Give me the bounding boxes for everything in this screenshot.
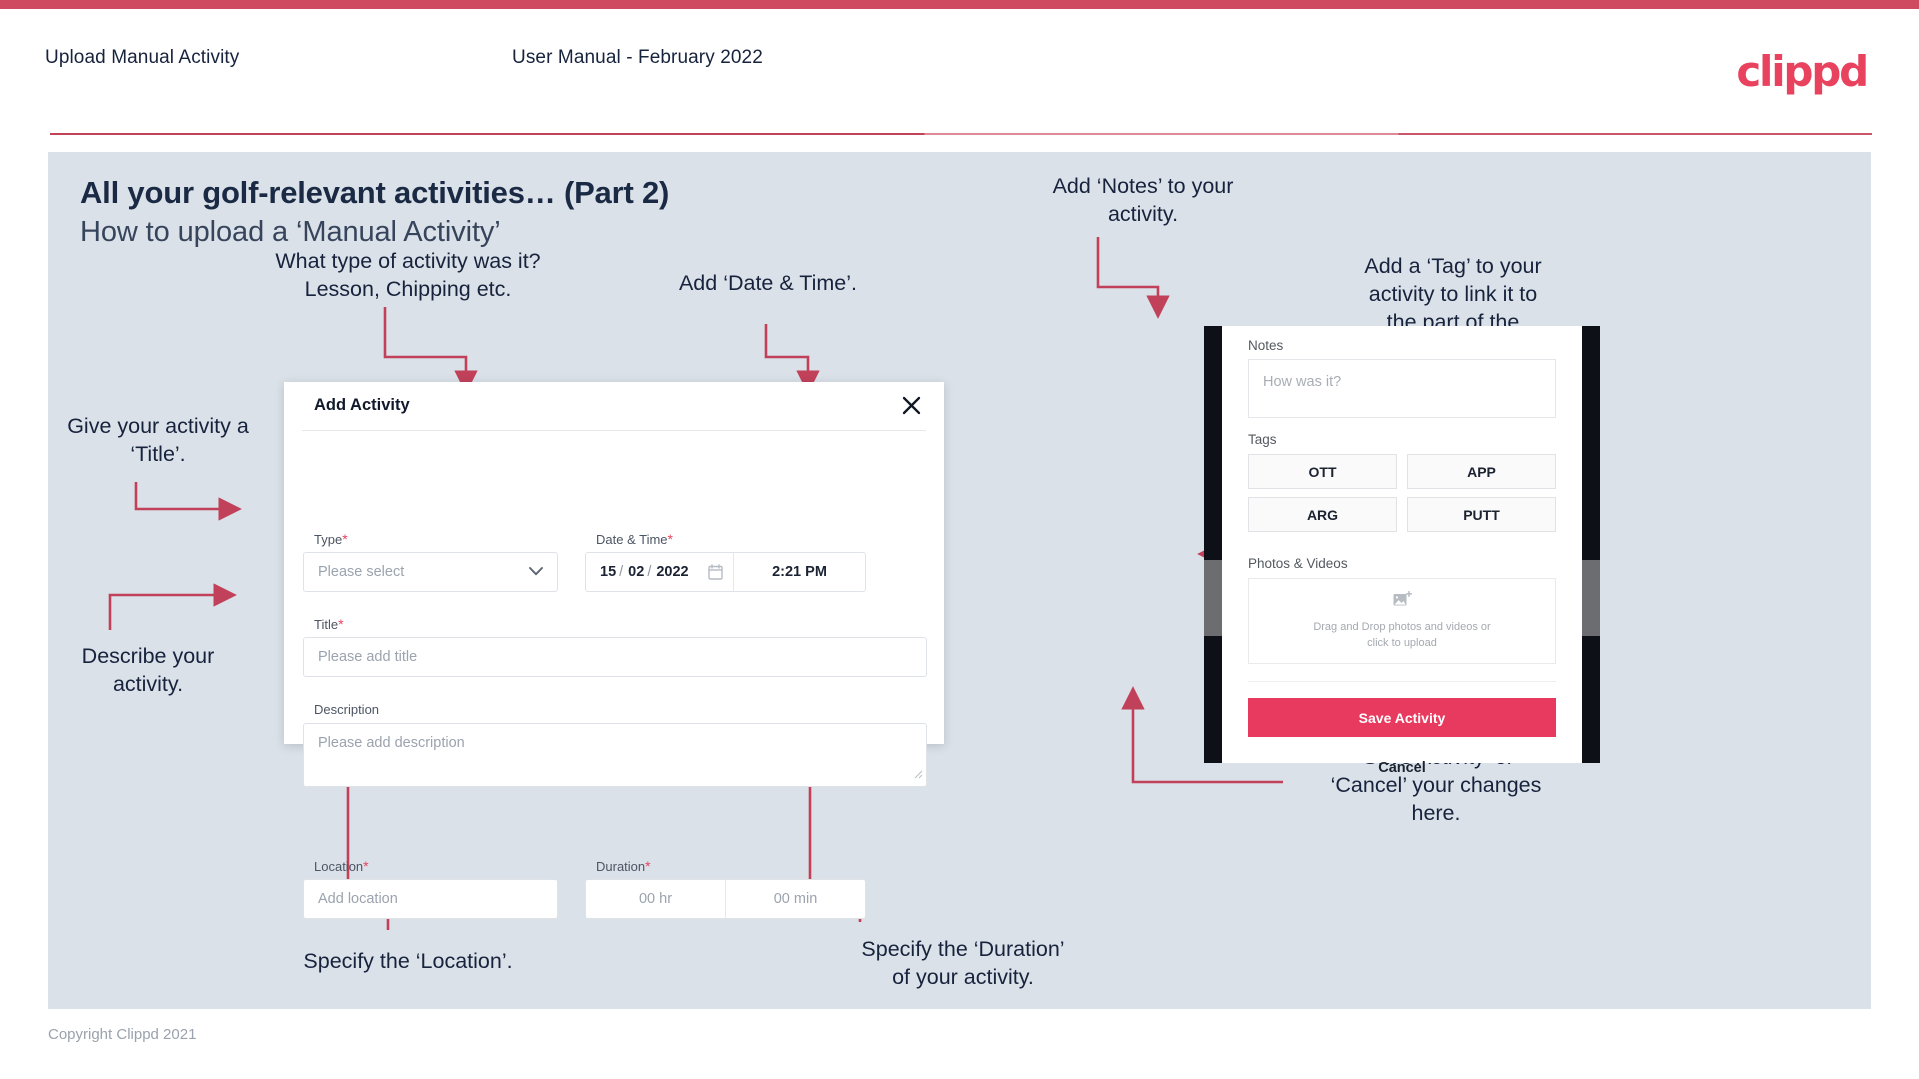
dropzone-line2: click to upload <box>1367 637 1437 649</box>
duration-hours-input[interactable]: 00 hr <box>586 880 726 918</box>
title-label: Title* <box>314 616 344 632</box>
phone-bezel-left-lower <box>1204 636 1222 696</box>
tag-button-putt[interactable]: PUTT <box>1407 497 1556 532</box>
save-activity-button[interactable]: Save Activity <box>1248 698 1556 737</box>
dialog-header: Add Activity <box>284 382 944 430</box>
page-header: Upload Manual Activity User Manual - Feb… <box>0 9 1919 135</box>
description-placeholder: Please add description <box>318 735 465 751</box>
dialog-divider <box>302 430 926 431</box>
tag-button-ott[interactable]: OTT <box>1248 454 1397 489</box>
top-accent-bar <box>0 0 1919 9</box>
phone-bezel-right <box>1582 326 1600 763</box>
date-month: 02 <box>628 564 645 580</box>
dialog-title: Add Activity <box>314 396 410 414</box>
date-day: 15 <box>600 564 617 580</box>
phone-side-button-right <box>1582 560 1600 636</box>
required-asterisk: * <box>342 531 348 547</box>
resize-handle-icon[interactable] <box>913 766 923 784</box>
annotation-datetime: Add ‘Date & Time’. <box>678 271 858 295</box>
notes-textarea[interactable]: How was it? <box>1248 359 1556 418</box>
add-image-icon <box>1393 590 1412 613</box>
datetime-label-text: Date & Time <box>596 532 668 547</box>
dropzone-line1: Drag and Drop photos and videos or <box>1313 621 1491 633</box>
cancel-button[interactable]: Cancel <box>1248 753 1556 783</box>
type-placeholder: Please select <box>318 564 405 580</box>
phone-side-button-left <box>1204 560 1222 636</box>
datetime-field[interactable]: 15 / 02 / 2022 2:21 PM <box>585 552 866 592</box>
description-label: Description <box>314 702 379 717</box>
header-left-title: Upload Manual Activity <box>45 47 240 68</box>
close-icon[interactable] <box>894 388 928 422</box>
photo-video-dropzone[interactable]: Drag and Drop photos and videos or click… <box>1248 578 1556 664</box>
annotation-duration: Specify the ‘Duration’ of your activity. <box>861 937 1065 989</box>
description-label-text: Description <box>314 702 380 717</box>
phone-mockup: Notes How was it? Tags OTT APP ARG PUTT … <box>1204 326 1600 776</box>
notes-label: Notes <box>1248 338 1284 353</box>
header-divider <box>50 133 1872 135</box>
annotation-title: Give your activity a ‘Title’. <box>67 414 249 466</box>
chevron-down-icon <box>529 563 543 581</box>
location-label-text: Location <box>314 859 364 874</box>
photos-videos-label: Photos & Videos <box>1248 556 1348 571</box>
location-label: Location* <box>314 858 369 874</box>
phone-bezel-left <box>1204 326 1222 763</box>
required-asterisk: * <box>363 858 369 874</box>
annotation-notes: Add ‘Notes’ to your activity. <box>1052 174 1234 226</box>
slide-title-primary: All your golf-relevant activities… (Part… <box>80 175 670 210</box>
datetime-label: Date & Time* <box>596 531 673 547</box>
date-year: 2022 <box>656 564 689 580</box>
required-asterisk: * <box>667 531 673 547</box>
annotation-type: What type of activity was it? Lesson, Ch… <box>275 249 541 301</box>
add-activity-dialog: Add Activity Type* Please select Date & … <box>284 382 944 919</box>
tags-label: Tags <box>1248 432 1277 447</box>
notes-placeholder: How was it? <box>1263 374 1342 390</box>
required-asterisk: * <box>645 858 651 874</box>
type-label-text: Type <box>314 532 343 547</box>
calendar-icon[interactable] <box>708 564 723 580</box>
title-placeholder: Please add title <box>318 649 418 665</box>
location-input[interactable]: Add location <box>303 879 558 919</box>
phone-divider <box>1248 681 1556 682</box>
header-center-title: User Manual - February 2022 <box>512 47 763 68</box>
title-label-text: Title <box>314 617 339 632</box>
location-placeholder: Add location <box>318 891 398 907</box>
annotation-location: Specify the ‘Location’. <box>303 949 513 973</box>
tag-button-app[interactable]: APP <box>1407 454 1556 489</box>
date-input[interactable]: 15 / 02 / 2022 <box>586 553 734 591</box>
title-input[interactable]: Please add title <box>303 637 927 677</box>
required-asterisk: * <box>338 616 344 632</box>
phone-screen: Notes How was it? Tags OTT APP ARG PUTT … <box>1222 326 1582 776</box>
footer-copyright: Copyright Clippd 2021 <box>48 1026 197 1043</box>
description-textarea[interactable]: Please add description <box>303 723 927 787</box>
duration-label: Duration* <box>596 858 651 874</box>
clippd-logo: clippd <box>1736 47 1869 96</box>
type-select[interactable]: Please select <box>303 552 558 592</box>
duration-minutes-input[interactable]: 00 min <box>726 880 865 918</box>
type-label: Type* <box>314 531 348 547</box>
slide-title-secondary: How to upload a ‘Manual Activity’ <box>80 216 501 248</box>
duration-label-text: Duration <box>596 859 646 874</box>
slide-content: All your golf-relevant activities… (Part… <box>48 152 1871 1009</box>
annotation-description: Describe your activity. <box>81 644 215 696</box>
tag-button-arg[interactable]: ARG <box>1248 497 1397 532</box>
duration-field[interactable]: 00 hr 00 min <box>585 879 866 919</box>
time-input[interactable]: 2:21 PM <box>734 553 865 591</box>
